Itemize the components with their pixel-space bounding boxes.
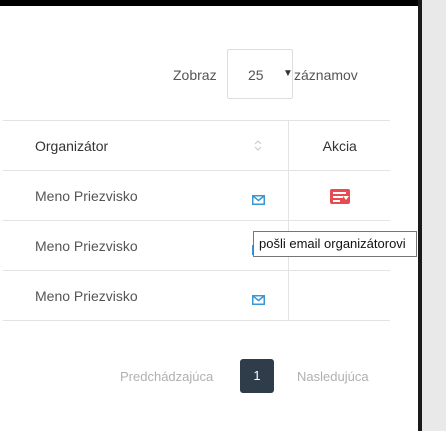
organizers-table: Organizátor Akcia Meno Priezvisko Meno P… [3,120,390,321]
organizer-cell: Meno Priezvisko [3,220,229,271]
email-cell [228,270,289,321]
action-cell [288,170,390,221]
show-label: Zobraz [173,67,217,83]
table-panel: Zobraz 25 ▼ záznamov Organizátor Akcia M… [3,6,418,431]
column-header-action-label: Akcia [322,137,357,154]
mail-icon[interactable] [251,292,265,305]
organizer-cell: Meno Priezvisko [3,270,229,321]
column-header-organizer[interactable]: Organizátor [3,120,229,171]
email-cell [228,170,289,221]
column-header-action: Akcia [288,120,390,171]
background-gutter [422,0,446,431]
page-1-button[interactable]: 1 [240,359,274,393]
previous-page-button[interactable]: Predchádzajúca [120,369,213,384]
mail-icon-svg [251,294,265,305]
page-length-control: Zobraz 25 ▼ záznamov [3,49,418,99]
sort-icon [254,139,262,154]
action-cell [288,270,390,321]
organizer-name: Meno Priezvisko [35,287,138,304]
pagination: Predchádzajúca 1 Nasledujúca [3,354,418,394]
page-length-select[interactable]: 25 ▼ [227,49,293,99]
organizer-cell: Meno Priezvisko [3,170,229,221]
caret-down-icon: ▼ [283,68,293,79]
table-header-row: Organizátor Akcia [3,120,390,171]
column-header-email[interactable] [228,120,289,171]
table-row: Meno Priezvisko [3,170,390,221]
email-tooltip: pošli email organizátorovi [253,231,417,257]
page-length-value: 25 [248,67,264,83]
sort-arrows-svg [254,139,262,151]
organizer-name: Meno Priezvisko [35,187,138,204]
list-dropdown-icon[interactable] [329,188,350,204]
organizer-name: Meno Priezvisko [35,237,138,254]
table-row: Meno Priezvisko [3,270,390,321]
mail-icon-svg [251,194,265,205]
records-label: záznamov [294,67,358,83]
next-page-button[interactable]: Nasledujúca [297,369,369,384]
column-header-organizer-label: Organizátor [35,137,109,154]
mail-icon[interactable] [251,192,265,205]
